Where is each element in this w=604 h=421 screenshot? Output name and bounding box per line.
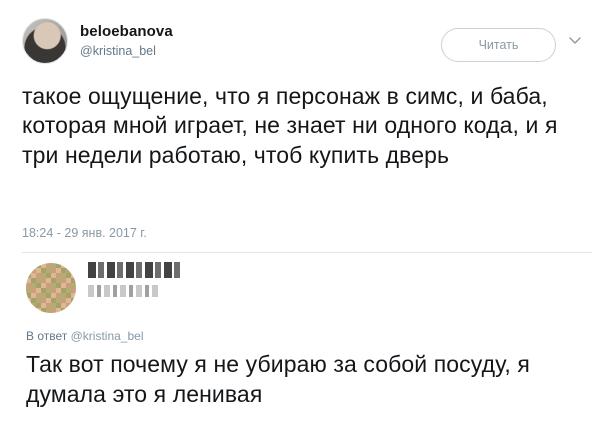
tweet-text: такое ощущение, что я персонаж в симс, и… [22,83,558,168]
follow-button[interactable]: Читать [441,28,556,62]
reply-context: В ответ @kristina_bel [26,329,144,343]
reply-text: Так вот почему я не убираю за собой посу… [26,351,530,407]
author-handle[interactable]: @kristina_bel [80,44,156,58]
reply-avatar-pixelated[interactable] [26,263,76,313]
chevron-down-icon[interactable] [568,34,582,48]
reply-context-prefix: В ответ [26,329,68,343]
reply-context-mention[interactable]: @kristina_bel [71,329,144,343]
tweet-screenshot: beloebanova @kristina_bel Читать такое о… [0,0,604,421]
author-display-name[interactable]: beloebanova [80,23,173,40]
author-avatar[interactable] [22,18,68,64]
reply-handle-redacted [88,285,158,297]
reply-name-redacted [88,262,183,278]
tweet-timestamp[interactable]: 18:24 - 29 янв. 2017 г. [22,226,147,240]
divider [22,252,592,253]
tweet-header: beloebanova @kristina_bel Читать [22,18,582,66]
